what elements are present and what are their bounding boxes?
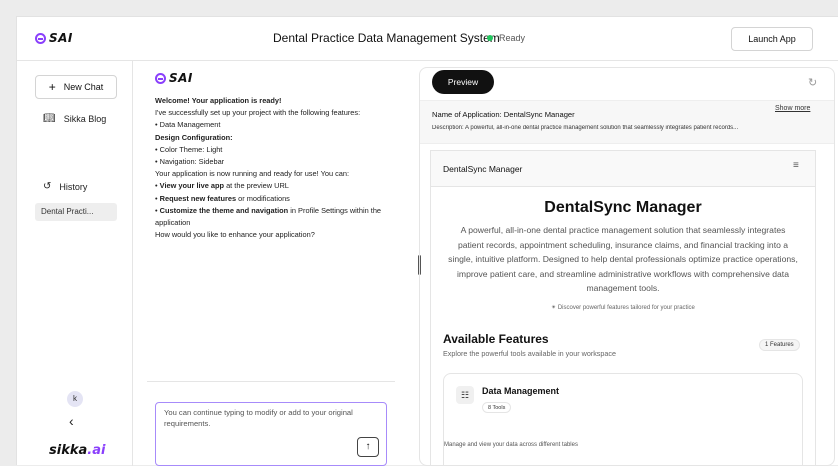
- show-more-link[interactable]: Show more: [775, 105, 810, 112]
- history-header[interactable]: ↺ History: [43, 181, 87, 192]
- features-subtitle: Explore the powerful tools available in …: [443, 349, 616, 358]
- sidebar: + New Chat 📖︎ Sikka Blog ↺ History Denta…: [17, 61, 133, 466]
- brand-suffix: .ai: [87, 443, 106, 458]
- preview-tab[interactable]: Preview: [432, 70, 494, 94]
- sikka-blog-link[interactable]: 📖︎ Sikka Blog: [43, 113, 106, 124]
- avatar[interactable]: k: [67, 391, 83, 407]
- arrow-up-icon: ↑: [365, 441, 371, 452]
- app-description: Description: A powerful, all-in-one dent…: [432, 125, 739, 131]
- chat-sai-logo: SAI: [155, 71, 395, 85]
- status-text: Ready: [499, 33, 526, 43]
- refresh-icon[interactable]: ↻: [808, 76, 817, 89]
- navigation-line: • Navigation: Sidebar: [155, 157, 225, 167]
- new-chat-button[interactable]: + New Chat: [35, 75, 117, 99]
- action-1-bold: View your live app: [159, 181, 225, 191]
- top-header: SAI Dental Practice Data Management Syst…: [17, 17, 838, 61]
- history-item[interactable]: Dental Practi...: [35, 203, 117, 221]
- hamburger-menu-icon[interactable]: ≡: [793, 160, 799, 171]
- launch-app-button[interactable]: Launch App: [731, 27, 813, 51]
- running-message: Your application is now running and read…: [155, 169, 350, 179]
- logo-mark-icon: [35, 32, 46, 44]
- features-title: Available Features: [443, 332, 549, 346]
- brand-prefix: sikka: [49, 443, 88, 458]
- book-icon: 📖︎: [43, 113, 56, 124]
- app-frame: SAI Dental Practice Data Management Syst…: [16, 16, 838, 466]
- intro-message: I've successfully set up your project wi…: [155, 108, 361, 118]
- app-info-bar: Name of Application: DentalSync Manager …: [420, 100, 834, 144]
- hero-description: A powerful, all-in-one dental practice m…: [448, 225, 798, 293]
- feature-line: • Data Management: [155, 120, 221, 130]
- new-chat-label: New Chat: [63, 82, 104, 92]
- welcome-message: Welcome! Your application is ready!: [155, 96, 282, 105]
- logo-text: SAI: [49, 31, 73, 45]
- app-preview-frame: DentalSync Manager ≡ DentalSync Manager …: [430, 150, 816, 465]
- hero-title: DentalSync Manager: [544, 199, 702, 216]
- action-line-2: • Request new features or modifications: [155, 193, 290, 203]
- action-1-rest: at the preview URL: [224, 181, 289, 191]
- action-line-1: • View your live app at the preview URL: [155, 181, 289, 191]
- sikka-blog-label: Sikka Blog: [63, 113, 107, 124]
- status-indicator: Ready: [487, 33, 525, 43]
- action-2-rest: or modifications: [236, 193, 290, 203]
- send-button[interactable]: ↑: [357, 437, 379, 457]
- collapse-sidebar-icon[interactable]: ‹: [69, 413, 74, 429]
- page-title: Dental Practice Data Management System: [273, 31, 500, 45]
- hero-note-text: Discover powerful features tailored for …: [557, 305, 695, 311]
- chat-panel: SAI Welcome! Your application is ready! …: [155, 71, 395, 241]
- sparkle-icon: ✴︎: [551, 305, 558, 311]
- question-message: How would you like to enhance your appli…: [155, 230, 315, 240]
- hero-note: ✴︎ Discover powerful features tailored f…: [431, 304, 815, 311]
- preview-panel: Preview ↻ Name of Application: DentalSyn…: [419, 67, 835, 466]
- design-heading: Design Configuration:: [155, 132, 233, 142]
- history-label: History: [59, 181, 88, 192]
- history-icon: ↺: [43, 181, 52, 192]
- features-count-badge: 1 Features: [759, 339, 800, 351]
- sikka-ai-logo: sikka.ai: [49, 443, 105, 458]
- app-name: Name of Application: DentalSync Manager: [432, 110, 575, 119]
- theme-line: • Color Theme: Light: [155, 144, 223, 154]
- status-dot-icon: [487, 35, 493, 41]
- chat-input[interactable]: You can continue typing to modify or add…: [155, 402, 387, 466]
- logo-mark-icon: [155, 72, 166, 84]
- plus-icon: +: [48, 80, 56, 94]
- logo-text: SAI: [169, 71, 193, 85]
- app-topbar-title: DentalSync Manager: [443, 164, 523, 174]
- action-3-bold: Customize the theme and navigation: [159, 205, 289, 215]
- app-topbar: DentalSync Manager ≡: [431, 151, 815, 187]
- feature-card-description: Manage and view your data across differe…: [444, 442, 578, 448]
- feature-card[interactable]: ☷ Data Management 8 Tools Manage and vie…: [443, 373, 803, 465]
- tools-count-badge: 8 Tools: [482, 402, 512, 413]
- sai-logo: SAI: [35, 31, 73, 45]
- action-2-bold: Request new features: [159, 193, 237, 203]
- database-icon: ☷: [456, 386, 474, 404]
- action-line-3: • Customize the theme and navigation in …: [155, 205, 382, 228]
- feature-card-title: Data Management: [482, 386, 560, 396]
- chat-divider: [147, 381, 395, 382]
